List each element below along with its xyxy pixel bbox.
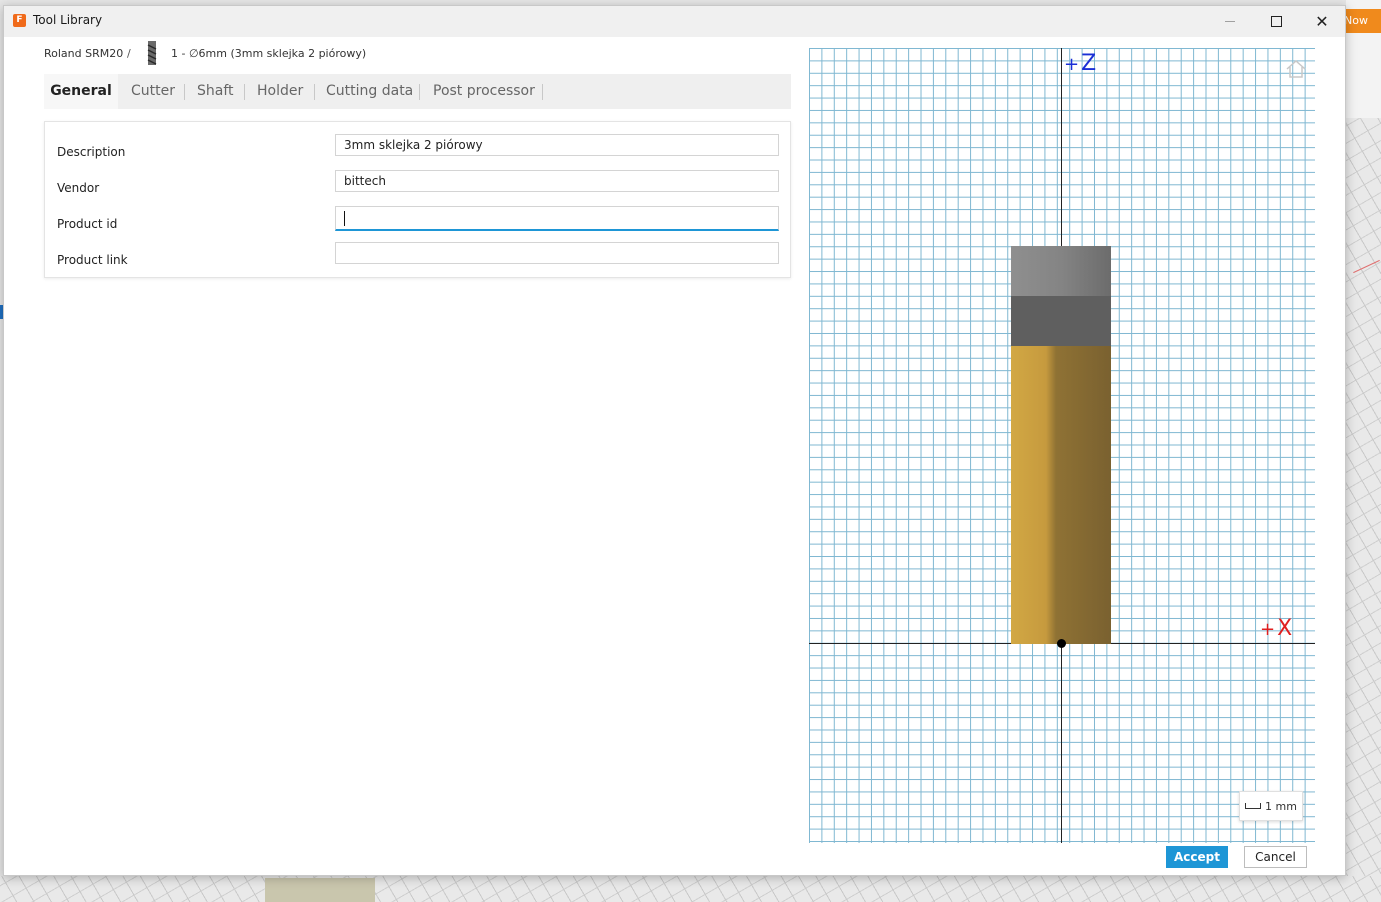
maximize-button[interactable] <box>1253 6 1299 37</box>
accept-button[interactable]: Accept <box>1166 846 1228 868</box>
general-form: Description Vendor Product id Product li… <box>44 121 791 278</box>
tab-bar: General Cutter Shaft Holder Cutting data… <box>44 74 791 109</box>
window-title: Tool Library <box>33 13 103 27</box>
tab-separator <box>184 84 185 100</box>
tab-separator <box>244 84 245 100</box>
background-canvas-grid-bottom <box>0 876 1381 902</box>
product-link-label: Product link <box>57 253 128 267</box>
fusion-app-icon: F <box>13 14 26 27</box>
minimize-icon <box>1225 21 1235 22</box>
tool-origin-point <box>1057 639 1066 648</box>
tab-cutting-data[interactable]: Cutting data <box>326 74 413 109</box>
vendor-field[interactable] <box>335 170 779 192</box>
tab-separator <box>419 84 420 100</box>
maximize-icon <box>1270 16 1282 27</box>
breadcrumb-library[interactable]: Roland SRM20 <box>44 47 123 60</box>
tab-holder[interactable]: Holder <box>257 74 303 109</box>
tool-model <box>1011 246 1111 644</box>
tab-shaft[interactable]: Shaft <box>197 74 234 109</box>
cancel-button[interactable]: Cancel <box>1244 846 1307 868</box>
end-mill-icon <box>147 41 157 65</box>
cutter-body <box>1011 346 1111 644</box>
tool-preview-viewport[interactable]: +Z +X 1 mm <box>809 48 1315 843</box>
tool-library-dialog: F Tool Library ✕ Roland SRM20 / 1 - ∅6mm… <box>3 5 1346 876</box>
scale-bar-icon <box>1245 803 1262 809</box>
vendor-label: Vendor <box>57 181 100 195</box>
tab-general[interactable]: General <box>44 74 118 109</box>
tab-cutter[interactable]: Cutter <box>131 74 175 109</box>
title-bar[interactable]: F Tool Library ✕ <box>4 6 1345 37</box>
scale-label: 1 mm <box>1265 799 1297 813</box>
tab-post-processor[interactable]: Post processor <box>433 74 535 109</box>
description-label: Description <box>57 145 126 159</box>
product-link-field[interactable] <box>335 242 779 264</box>
product-id-field[interactable] <box>335 206 779 231</box>
description-field[interactable] <box>335 134 779 156</box>
close-button[interactable]: ✕ <box>1299 6 1345 37</box>
minimize-button[interactable] <box>1207 6 1253 37</box>
text-caret <box>344 211 345 226</box>
background-canvas-grid <box>1346 118 1381 902</box>
z-axis-label: +Z <box>1064 51 1097 76</box>
holder-body <box>1011 246 1111 296</box>
breadcrumb-separator: / <box>127 47 131 60</box>
home-view-icon[interactable] <box>1285 58 1307 80</box>
close-icon: ✕ <box>1315 11 1329 31</box>
x-axis-label: +X <box>1260 616 1293 641</box>
background-sketch-plane <box>265 878 375 902</box>
tab-separator <box>542 84 543 100</box>
breadcrumb-tool: 1 - ∅6mm (3mm sklejka 2 piórowy) <box>171 47 367 60</box>
product-id-label: Product id <box>57 217 118 231</box>
holder-collar <box>1011 296 1111 346</box>
scale-indicator: 1 mm <box>1239 791 1303 821</box>
tab-separator <box>314 84 315 100</box>
background-now-button[interactable]: Now <box>1340 9 1381 33</box>
